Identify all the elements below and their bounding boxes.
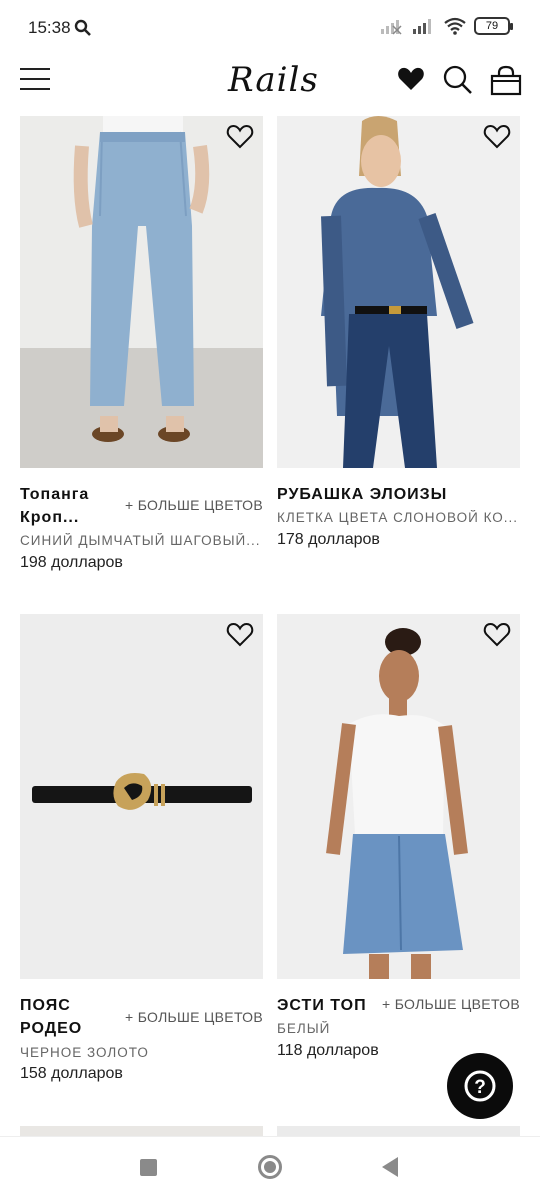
help-question-icon: ? [464,1070,496,1102]
product-card-partial[interactable] [277,1126,520,1136]
menu-icon[interactable] [20,68,50,92]
wishlist-heart-icon[interactable] [396,64,426,94]
signal-off-icon [381,20,402,35]
wifi-icon [444,17,466,35]
status-bar: 15:38 79 [0,0,540,56]
more-colors-link[interactable]: + БОЛЬШЕ ЦВЕТОВ [382,996,520,1012]
product-price: 158 долларов [20,1065,123,1082]
product-name[interactable]: РУБАШКА ЭЛОИЗЫ [277,483,447,506]
status-icons: 79 [380,17,513,35]
product-name[interactable]: Топанга Кроп... [20,483,89,529]
product-image[interactable] [20,614,263,979]
status-time: 15:38 [28,18,71,37]
battery-indicator: 79 [474,17,513,35]
more-colors-link[interactable]: + БОЛЬШЕ ЦВЕТОВ [125,497,263,513]
jeans-photo [20,116,263,468]
product-name-line1: Топанга [20,486,90,503]
product-color: КЛЕТКА ЦВЕТА СЛОНОВОЙ КО... [277,510,519,525]
favorite-heart-icon[interactable] [482,620,512,648]
product-color: СИНИЙ ДЫМЧАТЫЙ ШАГОВЫЙ... [20,533,261,548]
product-name[interactable]: ЭСТИ ТОП [277,994,367,1017]
help-button[interactable]: ? [447,1053,513,1119]
product-name-line1: ПОЯС [20,997,71,1014]
search-icon[interactable] [442,64,474,96]
product-color: ЧЕРНОЕ ЗОЛОТО [20,1045,149,1060]
bag-icon[interactable] [490,64,522,96]
search-status-icon [74,19,91,36]
product-color: БЕЛЫЙ [277,1021,331,1036]
brand-logo[interactable]: Rails [228,60,319,100]
help-label: ? [474,1077,486,1098]
product-image[interactable] [20,116,263,468]
app-header: Rails [0,56,540,116]
more-colors-link[interactable]: + БОЛЬШЕ ЦВЕТОВ [125,1009,263,1025]
product-card-partial[interactable] [20,1126,263,1136]
favorite-heart-icon[interactable] [225,620,255,648]
system-nav-bar [0,1136,540,1200]
product-price: 118 долларов [277,1042,379,1059]
product-image[interactable] [277,614,520,979]
belt-photo [20,614,263,979]
back-button[interactable] [382,1157,398,1177]
shirt-photo [277,116,520,468]
product-image[interactable] [277,116,520,468]
home-button[interactable] [258,1155,282,1179]
favorite-heart-icon[interactable] [482,122,512,150]
recents-button[interactable] [140,1159,157,1176]
product-name[interactable]: ПОЯС РОДЕО [20,994,82,1040]
favorite-heart-icon[interactable] [225,122,255,150]
product-name-line2: Кроп... [20,509,80,526]
top-skirt-photo [277,614,520,979]
product-name-line2: РОДЕО [20,1020,83,1037]
signal-icon [413,19,431,34]
product-price: 198 долларов [20,554,123,571]
product-price: 178 долларов [277,531,380,548]
